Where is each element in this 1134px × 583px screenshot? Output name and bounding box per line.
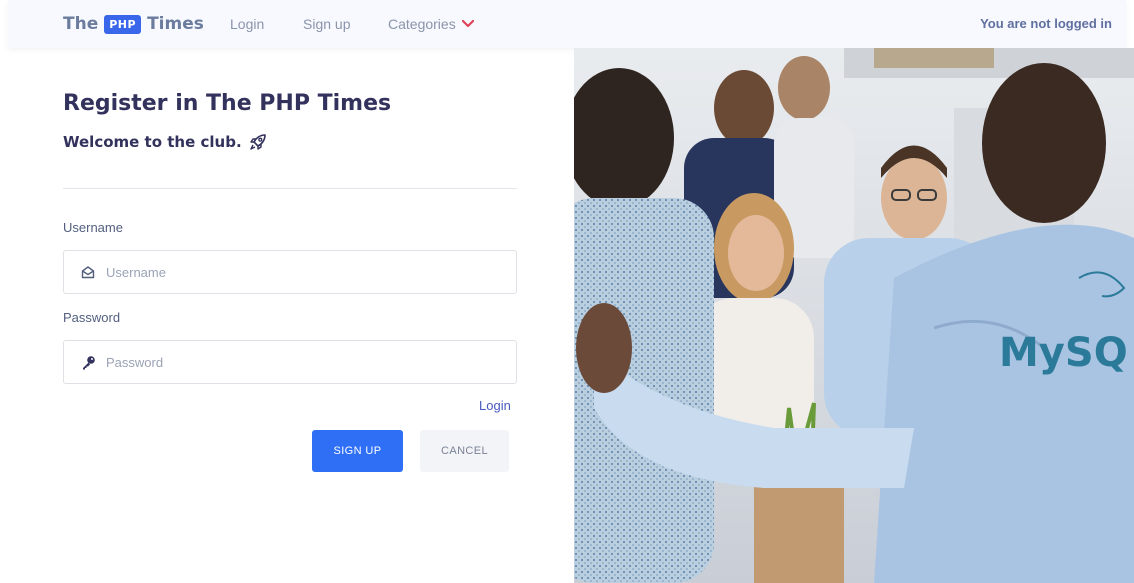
cancel-button[interactable]: CANCEL <box>420 430 509 472</box>
username-field[interactable] <box>63 250 517 294</box>
top-navbar: The PHP Times Login Sign up Categories Y… <box>8 0 1126 48</box>
page-subtitle: Welcome to the club. <box>63 132 517 152</box>
password-label: Password <box>63 310 121 325</box>
brand-logo[interactable]: The PHP Times <box>63 12 204 36</box>
key-icon <box>78 355 98 370</box>
office-team-illustration: MySQ <box>574 48 1134 583</box>
hero-photo: MySQ <box>574 48 1134 583</box>
login-status-text: You are not logged in <box>980 16 1112 31</box>
brand-php-badge: PHP <box>104 14 142 34</box>
envelope-open-icon <box>78 265 98 279</box>
signup-button[interactable]: SIGN UP <box>312 430 403 472</box>
username-label: Username <box>63 220 123 235</box>
shirt-logo-text: MySQ <box>999 330 1128 376</box>
brand-text-right: Times <box>147 14 204 34</box>
subtitle-text: Welcome to the club. <box>63 133 242 151</box>
nav-login-link[interactable]: Login <box>230 16 264 32</box>
brand-text-left: The <box>63 14 99 34</box>
nav-categories-label: Categories <box>388 16 456 32</box>
nav-signup-link[interactable]: Sign up <box>303 16 350 32</box>
password-field[interactable] <box>63 340 517 384</box>
login-link[interactable]: Login <box>479 398 511 413</box>
rocket-icon <box>249 134 266 150</box>
username-input[interactable] <box>104 263 488 281</box>
nav-categories-dropdown[interactable]: Categories <box>388 16 474 32</box>
password-input[interactable] <box>104 353 488 371</box>
chevron-down-icon <box>461 20 474 28</box>
page-title: Register in The PHP Times <box>63 91 392 116</box>
form-divider <box>63 188 517 189</box>
register-form-header: Register in The PHP Times Welcome to the… <box>63 88 517 152</box>
